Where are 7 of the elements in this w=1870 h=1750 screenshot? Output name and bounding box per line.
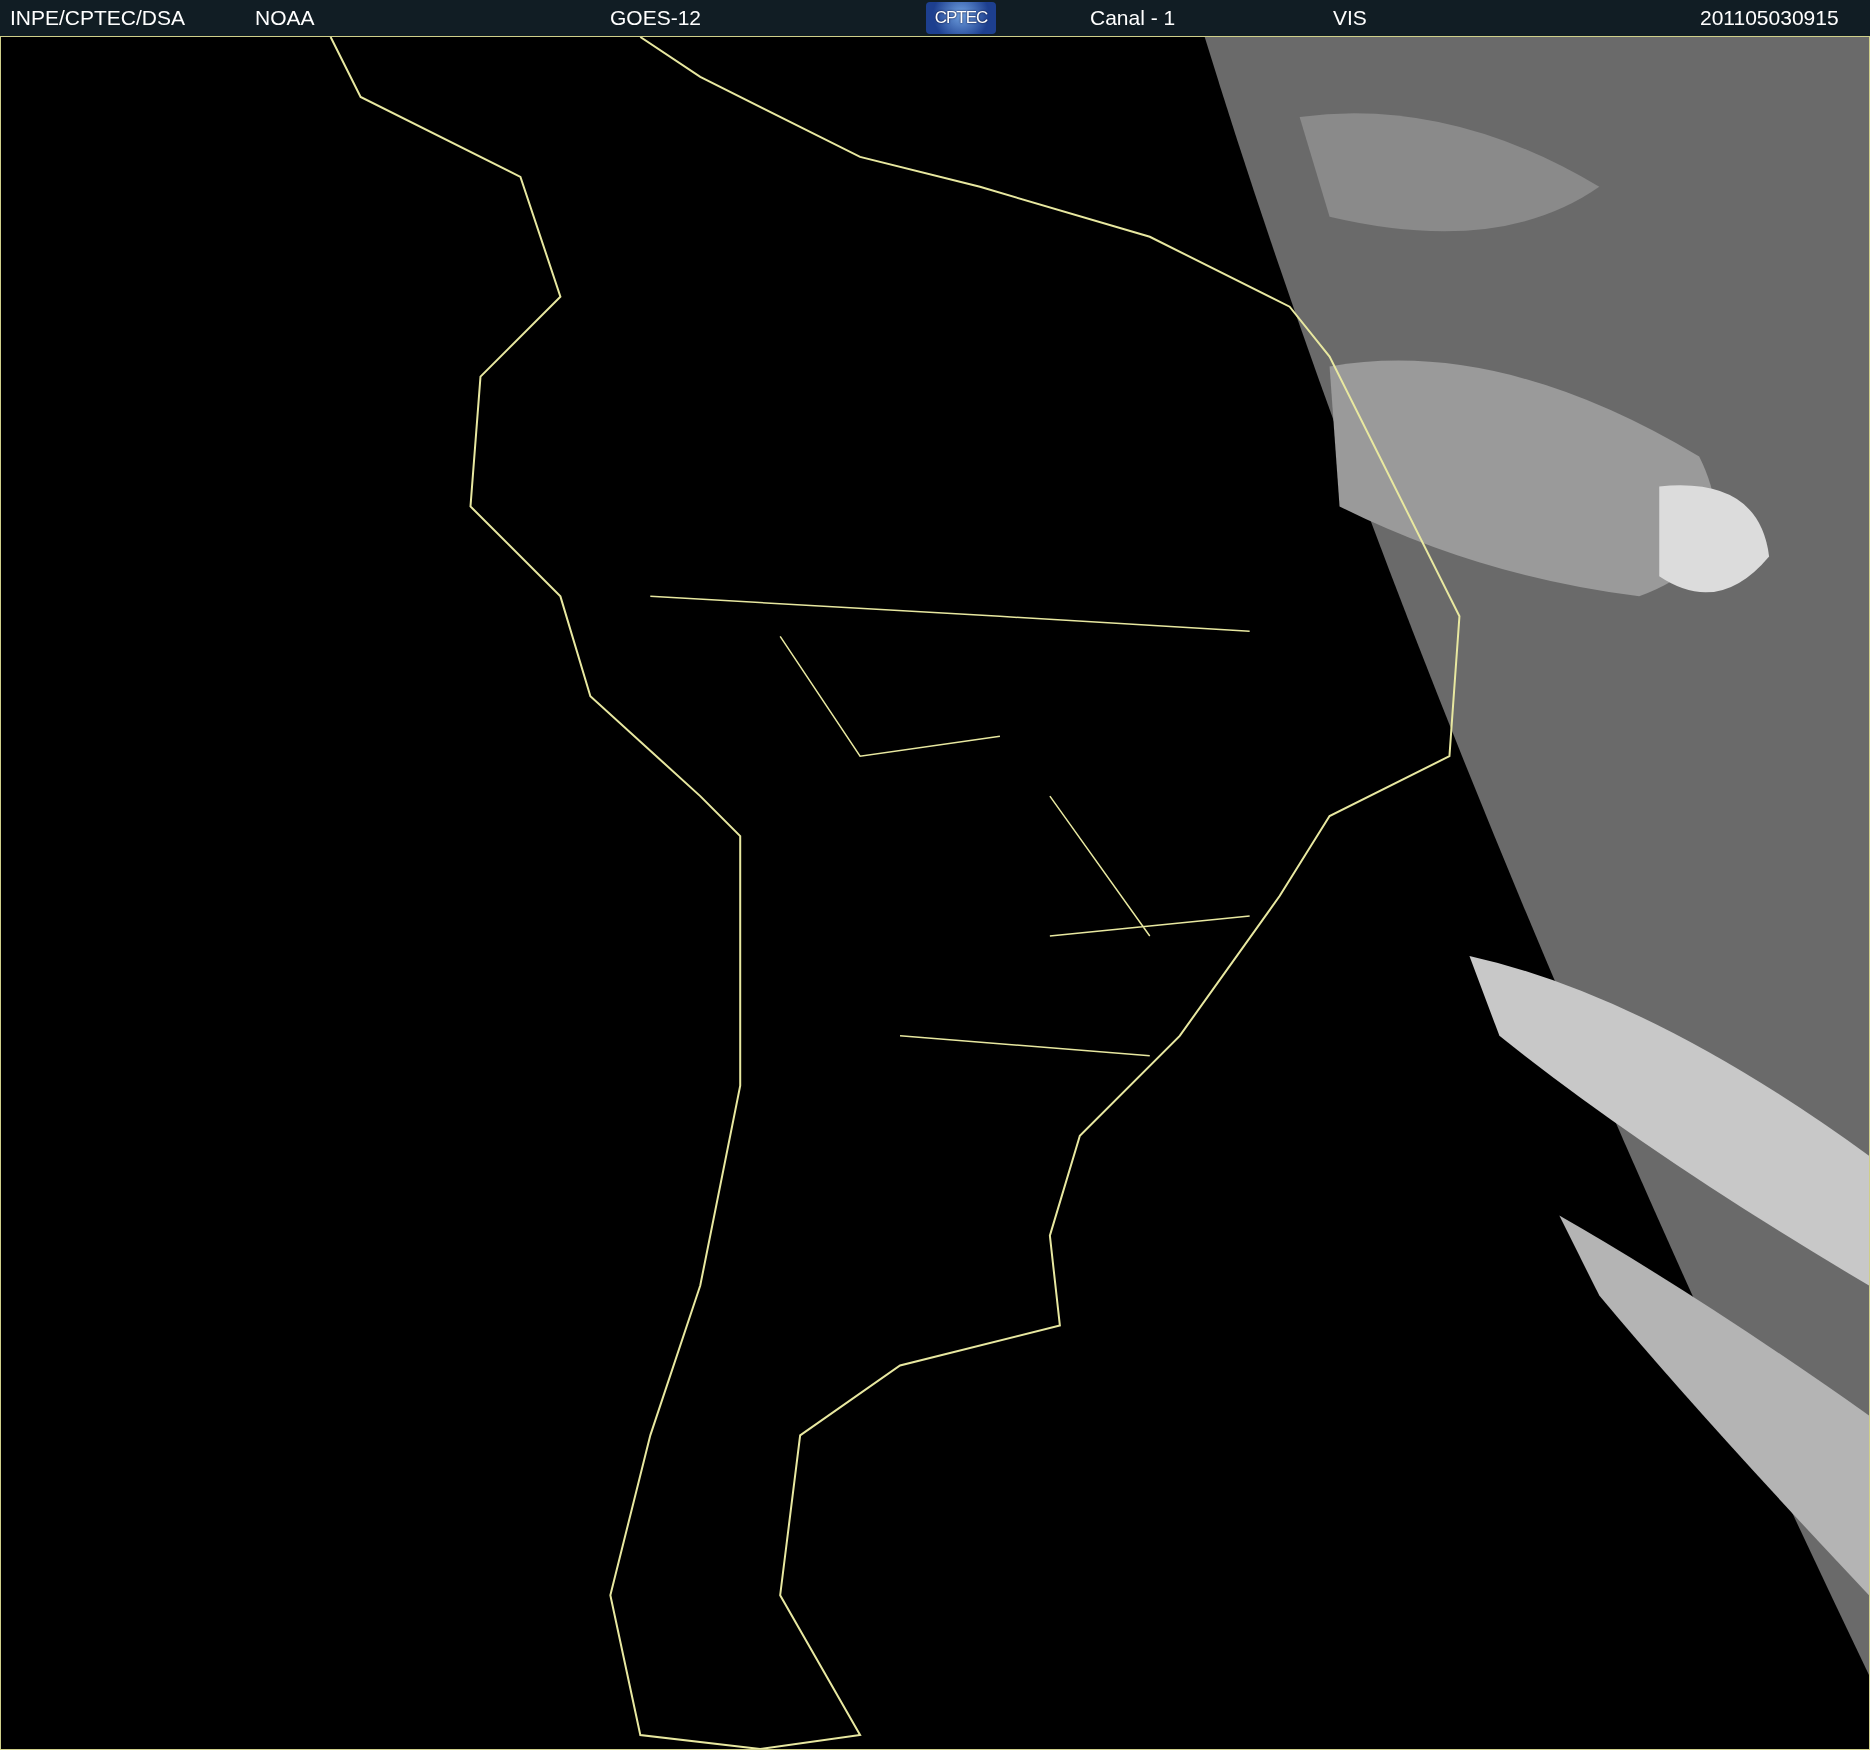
channel-label: Canal - 1 [1090, 6, 1177, 30]
agency-label: NOAA [255, 6, 316, 30]
source-label: INPE/CPTEC/DSA [10, 6, 187, 30]
logo: CPTEC [926, 2, 996, 34]
satellite-label: GOES-12 [610, 6, 703, 30]
band-label: VIS [1333, 6, 1368, 30]
timestamp-label: 201105030915 [1700, 6, 1840, 30]
